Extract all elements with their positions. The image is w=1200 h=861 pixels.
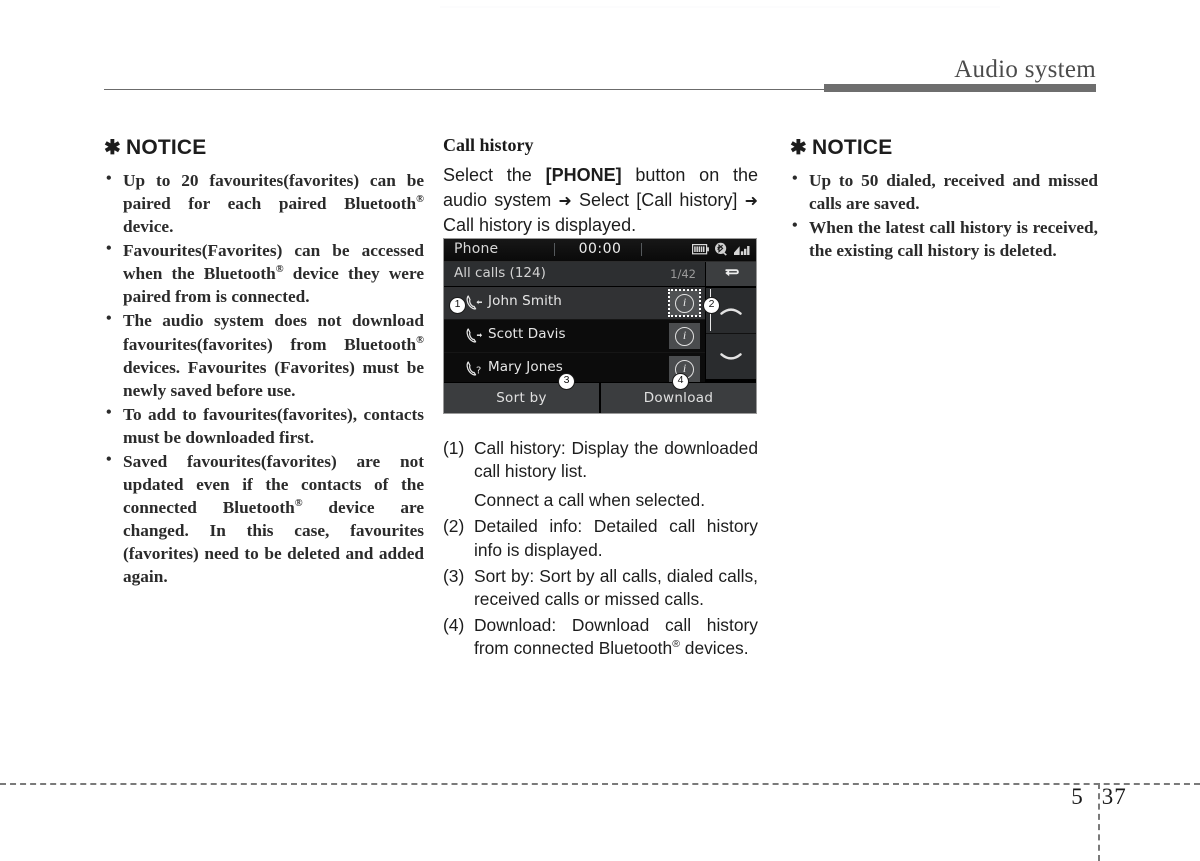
left-notice-list: Up to 20 favourites(favorites) can be pa…	[104, 168, 425, 588]
back-button[interactable]	[706, 262, 756, 286]
page-indicator: 1/42	[670, 267, 696, 281]
list-item: (4) Download: Download call history from …	[443, 614, 758, 660]
right-notice-heading-label: NOTICE	[811, 136, 893, 159]
header-rule-thin	[104, 89, 824, 90]
right-notice-list: Up to 50 dialed, received and missed cal…	[790, 168, 1098, 262]
arrow-icon: ➜	[744, 191, 758, 211]
item-marker: (2)	[443, 516, 465, 537]
desc-part-1: Select the	[443, 165, 546, 185]
list-item: To add to favourites(favorites), contact…	[104, 402, 424, 449]
left-notice-item-1: Up to 20 favourites(favorites) can be pa…	[123, 171, 424, 237]
list-item: (2) Detailed info: Detailed call history …	[443, 515, 758, 561]
item-text: Sort by: Sort by all calls, dialed calls…	[474, 565, 758, 609]
asterisk-icon: ✱	[104, 137, 121, 159]
list-item: Up to 20 favourites(favorites) can be pa…	[104, 168, 424, 238]
header-rule-thick	[824, 84, 1096, 92]
left-notice-item-4: To add to favourites(favorites), contact…	[123, 404, 424, 447]
phone-screen-figure: Phone 00:00 All calls (124) 1/42 John Sm…	[443, 238, 757, 414]
manual-page: Audio system ✱NOTICE Up to 20 favourites…	[0, 0, 1200, 861]
left-notice-heading-label: NOTICE	[125, 136, 207, 159]
chevron-up-icon	[720, 307, 742, 315]
item-text: Call history: Display the downloaded cal…	[474, 438, 758, 482]
crop-mark-bottom	[0, 783, 1200, 785]
detailed-info-button[interactable]: i	[668, 289, 701, 317]
table-row[interactable]: Scott Davis i	[444, 320, 705, 353]
list-item: Up to 50 dialed, received and missed cal…	[790, 168, 1098, 215]
info-icon: i	[675, 326, 694, 346]
callout-badge-2: 2	[703, 297, 720, 314]
left-notice-heading: ✱ NOTICE	[104, 135, 424, 160]
soft-button-bar: Sort by Download	[444, 382, 756, 413]
item-sub-line: Connect a call when selected.	[474, 490, 706, 511]
chapter-number: 5	[1071, 784, 1084, 809]
middle-column: Call history Select the [PHONE] button o…	[443, 135, 758, 250]
battery-icon	[692, 243, 709, 254]
right-notice-heading: ✱ NOTICE	[790, 135, 1098, 160]
device-clock: 00:00	[578, 241, 622, 257]
list-item: (3) Sort by: Sort by all calls, dialed ca…	[443, 565, 758, 611]
list-header-bar: All calls (124) 1/42	[444, 262, 705, 287]
device-title: Phone	[454, 241, 499, 257]
left-column: ✱NOTICE Up to 20 favourites(favorites) c…	[104, 135, 424, 589]
section-title: Call history	[443, 135, 534, 155]
chevron-down-icon	[720, 352, 742, 360]
outgoing-call-icon	[466, 328, 483, 343]
status-icon-tray	[692, 242, 750, 256]
svg-text:?: ?	[476, 365, 481, 376]
item-marker: (3)	[443, 565, 465, 586]
info-icon: i	[675, 293, 694, 313]
list-filter-label: All calls (124)	[454, 265, 546, 281]
page-title: Audio system	[954, 56, 1096, 83]
list-item: (1) Call history: Display the downloaded …	[443, 437, 758, 512]
right-column: ✱NOTICE Up to 50 dialed, received and mi…	[790, 135, 1098, 263]
incoming-call-icon	[466, 295, 482, 310]
call-history-list[interactable]: John Smith i Scott Davis i ? Mary Jones …	[444, 287, 705, 386]
divider	[554, 243, 555, 256]
divider	[641, 243, 642, 256]
scroll-down-button[interactable]	[706, 334, 756, 379]
item-text-tail: devices.	[679, 638, 749, 659]
numbered-explanations: (1) Call history: Display the downloaded …	[443, 424, 758, 663]
list-item: Saved favourites(favorites) are not upda…	[104, 449, 424, 588]
asterisk-icon: ✱	[790, 137, 807, 159]
right-notice-item-1: Up to 50 dialed, received and missed cal…	[809, 171, 1098, 214]
contact-name: John Smith	[488, 293, 562, 309]
page-footer: 5 37	[1064, 784, 1134, 810]
left-notice-item-2: Favourites(Favorites) can be accessed wh…	[123, 241, 425, 307]
crop-mark-top	[440, 6, 1000, 8]
page-number: 37	[1101, 784, 1127, 809]
callout-badge-1: 1	[449, 297, 466, 314]
item-marker: (4)	[443, 614, 465, 635]
left-notice-item-5: Saved favourites(favorites) are not upda…	[123, 451, 424, 587]
contact-name: Mary Jones	[488, 359, 563, 375]
item-text: Detailed info: Detailed call history inf…	[474, 516, 758, 560]
phone-button-token: [PHONE]	[545, 165, 622, 185]
table-row[interactable]: John Smith i	[444, 287, 705, 320]
left-notice-item-3: The audio system does not download favou…	[123, 311, 424, 400]
sort-by-button[interactable]: Sort by	[444, 383, 599, 413]
list-item: The audio system does not download favou…	[104, 308, 424, 401]
bluetooth-icon	[715, 242, 727, 256]
callout-badge-4: 4	[672, 373, 689, 390]
list-item: Favourites(Favorites) can be accessed wh…	[104, 238, 425, 308]
desc-part-3: Select [Call history]	[571, 190, 745, 211]
side-navigation-rail	[706, 262, 756, 379]
numbered-list: (1) Call history: Display the downloaded …	[443, 437, 758, 660]
back-arrow-icon	[724, 268, 739, 276]
missed-call-icon: ?	[466, 361, 481, 376]
item-marker: (1)	[443, 438, 465, 458]
callout-badge-3: 3	[558, 373, 575, 390]
desc-part-4: Call history is displayed.	[443, 215, 637, 236]
list-item: When the latest call history is received…	[790, 215, 1098, 262]
device-title-bar: Phone 00:00	[444, 239, 756, 262]
detailed-info-button[interactable]: i	[669, 323, 700, 349]
registered-mark: ®	[672, 638, 680, 651]
section-description: Select the [PHONE] button on the audio s…	[443, 163, 758, 239]
arrow-icon: ➜	[558, 191, 572, 211]
contact-name: Scott Davis	[488, 326, 566, 342]
signal-icon	[734, 245, 750, 255]
right-notice-item-2: When the latest call history is received…	[809, 218, 1098, 261]
